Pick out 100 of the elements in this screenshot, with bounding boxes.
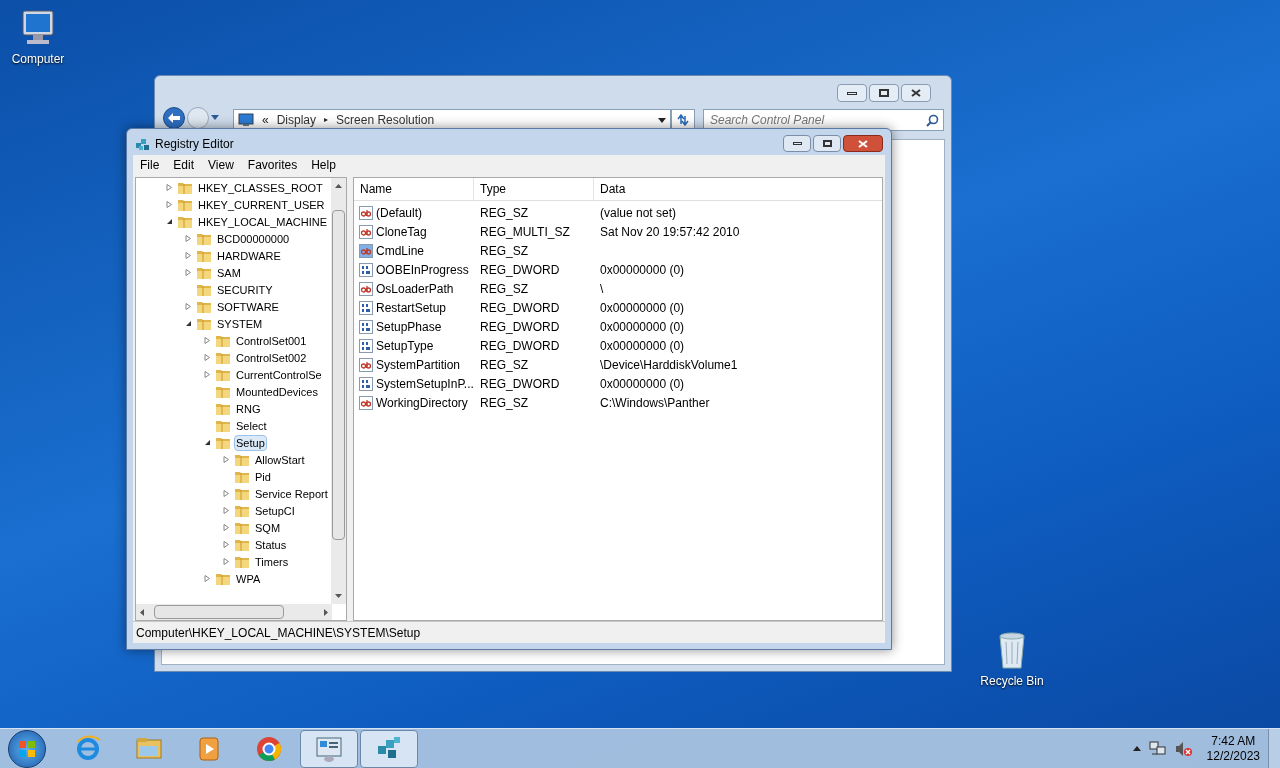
collapsed-arrow-icon[interactable] xyxy=(223,558,230,565)
value-name[interactable]: SystemSetupInP... xyxy=(376,374,474,393)
menu-item[interactable]: File xyxy=(133,156,167,174)
tree-item[interactable]: RNG xyxy=(234,400,263,417)
minimize-button[interactable] xyxy=(783,135,811,152)
tree-item[interactable]: Timers xyxy=(253,553,291,570)
menu-item[interactable]: Help xyxy=(304,156,343,174)
tree-item[interactable]: Select xyxy=(234,417,269,434)
tree-item[interactable]: MountedDevices xyxy=(234,383,320,400)
value-name[interactable]: WorkingDirectory xyxy=(376,393,468,412)
back-button[interactable] xyxy=(163,107,185,129)
maximize-button[interactable] xyxy=(813,135,841,152)
tree-item[interactable]: HKEY_LOCAL_MACHINE xyxy=(196,213,329,230)
horizontal-scrollbar[interactable] xyxy=(136,604,332,620)
collapsed-arrow-icon[interactable] xyxy=(204,337,211,344)
collapsed-arrow-icon[interactable] xyxy=(185,252,192,259)
start-button[interactable] xyxy=(8,729,46,768)
tree-item[interactable]: SYSTEM xyxy=(215,315,265,332)
tree-item[interactable]: Pid xyxy=(253,468,273,485)
refresh-button[interactable] xyxy=(671,109,695,131)
tree-item[interactable]: CurrentControlSe xyxy=(234,366,324,383)
collapsed-arrow-icon[interactable] xyxy=(223,456,230,463)
speaker-muted-icon[interactable] xyxy=(1174,740,1193,757)
collapsed-arrow-icon[interactable] xyxy=(185,269,192,276)
tree-item[interactable]: HKEY_CLASSES_ROOT xyxy=(196,179,325,196)
tree-item[interactable]: HKEY_CURRENT_USER xyxy=(196,196,327,213)
close-button[interactable] xyxy=(843,135,883,152)
tree-item[interactable]: ControlSet002 xyxy=(234,349,309,366)
minimize-button[interactable] xyxy=(837,84,867,102)
collapsed-arrow-icon[interactable] xyxy=(166,184,173,191)
value-name[interactable]: SetupPhase xyxy=(376,317,442,336)
column-header[interactable]: Name xyxy=(354,178,474,200)
right-arrow-icon[interactable] xyxy=(324,608,328,616)
monitor-icon xyxy=(238,113,254,127)
forward-button[interactable] xyxy=(187,107,209,129)
breadcrumb-chevron[interactable]: « xyxy=(262,111,269,129)
clock[interactable]: 7:42 AM 12/2/2023 xyxy=(1206,733,1260,764)
tree-item[interactable]: AllowStart xyxy=(253,451,307,468)
value-name[interactable]: OsLoaderPath xyxy=(376,279,454,298)
tree-item[interactable]: SQM xyxy=(253,519,283,536)
breadcrumb-item[interactable]: Display xyxy=(276,111,317,129)
close-icon xyxy=(911,89,921,97)
expanded-arrow-icon[interactable] xyxy=(204,439,211,446)
dropdown-arrow-icon[interactable] xyxy=(658,117,666,123)
value-name[interactable]: RestartSetup xyxy=(376,298,447,317)
taskbar-button[interactable] xyxy=(360,729,418,768)
collapsed-arrow-icon[interactable] xyxy=(185,303,192,310)
windows-logo-icon xyxy=(18,739,36,758)
tree-item[interactable]: ControlSet001 xyxy=(234,332,309,349)
taskbar-button[interactable] xyxy=(300,729,358,768)
scrollbar-thumb[interactable] xyxy=(332,210,345,540)
collapsed-arrow-icon[interactable] xyxy=(223,541,230,548)
value-name[interactable]: (Default) xyxy=(376,203,422,222)
close-button[interactable] xyxy=(901,84,931,102)
tree-item[interactable]: SOFTWARE xyxy=(215,298,281,315)
collapsed-arrow-icon[interactable] xyxy=(185,235,192,242)
address-bar[interactable]: « Display ▸ Screen Resolution xyxy=(233,109,671,131)
collapsed-arrow-icon[interactable] xyxy=(166,201,173,208)
tree-item[interactable]: BCD00000000 xyxy=(215,230,292,247)
column-header[interactable]: Data xyxy=(594,178,882,200)
value-data: 0x00000000 (0) xyxy=(599,299,686,317)
tree-item[interactable]: SECURITY xyxy=(215,281,275,298)
breadcrumb-item[interactable]: Screen Resolution xyxy=(336,111,435,129)
collapsed-arrow-icon[interactable] xyxy=(223,507,230,514)
expanded-arrow-icon[interactable] xyxy=(185,320,192,327)
tree-item[interactable]: WPA xyxy=(234,570,263,587)
value-name[interactable]: SetupType xyxy=(376,336,434,355)
value-name[interactable]: SystemPartition xyxy=(376,355,461,374)
tree-item[interactable]: SetupCI xyxy=(253,502,297,519)
value-type: REG_DWORD xyxy=(479,261,561,279)
down-arrow-icon[interactable] xyxy=(335,594,342,598)
value-name[interactable]: OOBEInProgress xyxy=(376,260,469,279)
column-header[interactable]: Type xyxy=(474,178,594,200)
icon-label[interactable]: Computer xyxy=(11,50,65,68)
expanded-arrow-icon[interactable] xyxy=(166,218,173,225)
menu-item[interactable]: Favorites xyxy=(240,156,305,174)
collapsed-arrow-icon[interactable] xyxy=(223,524,230,531)
up-arrow-icon[interactable] xyxy=(335,184,342,188)
vertical-scrollbar[interactable] xyxy=(331,178,346,604)
left-arrow-icon[interactable] xyxy=(140,608,144,616)
collapsed-arrow-icon[interactable] xyxy=(223,490,230,497)
collapsed-arrow-icon[interactable] xyxy=(204,371,211,378)
collapsed-arrow-icon[interactable] xyxy=(204,575,211,582)
value-name[interactable]: CloneTag xyxy=(376,222,427,241)
menu-item[interactable]: View xyxy=(201,156,241,174)
tree-item[interactable]: SAM xyxy=(215,264,243,281)
icon-label[interactable]: Recycle Bin xyxy=(980,672,1044,690)
breadcrumb-separator[interactable]: ▸ xyxy=(324,114,329,126)
value-name[interactable]: CmdLine xyxy=(376,241,425,260)
chevron-up-icon[interactable] xyxy=(1132,746,1141,751)
tree-item[interactable]: Setup xyxy=(234,434,267,451)
maximize-button[interactable] xyxy=(869,84,899,102)
tree-item[interactable]: HARDWARE xyxy=(215,247,283,264)
network-icon[interactable] xyxy=(1148,740,1167,757)
tree-item[interactable]: Service Report xyxy=(253,485,330,502)
tree-item[interactable]: Status xyxy=(253,536,289,553)
show-desktop-button[interactable] xyxy=(1268,729,1280,768)
scrollbar-thumb[interactable] xyxy=(154,605,284,619)
collapsed-arrow-icon[interactable] xyxy=(204,354,211,361)
menu-item[interactable]: Edit xyxy=(166,156,202,174)
